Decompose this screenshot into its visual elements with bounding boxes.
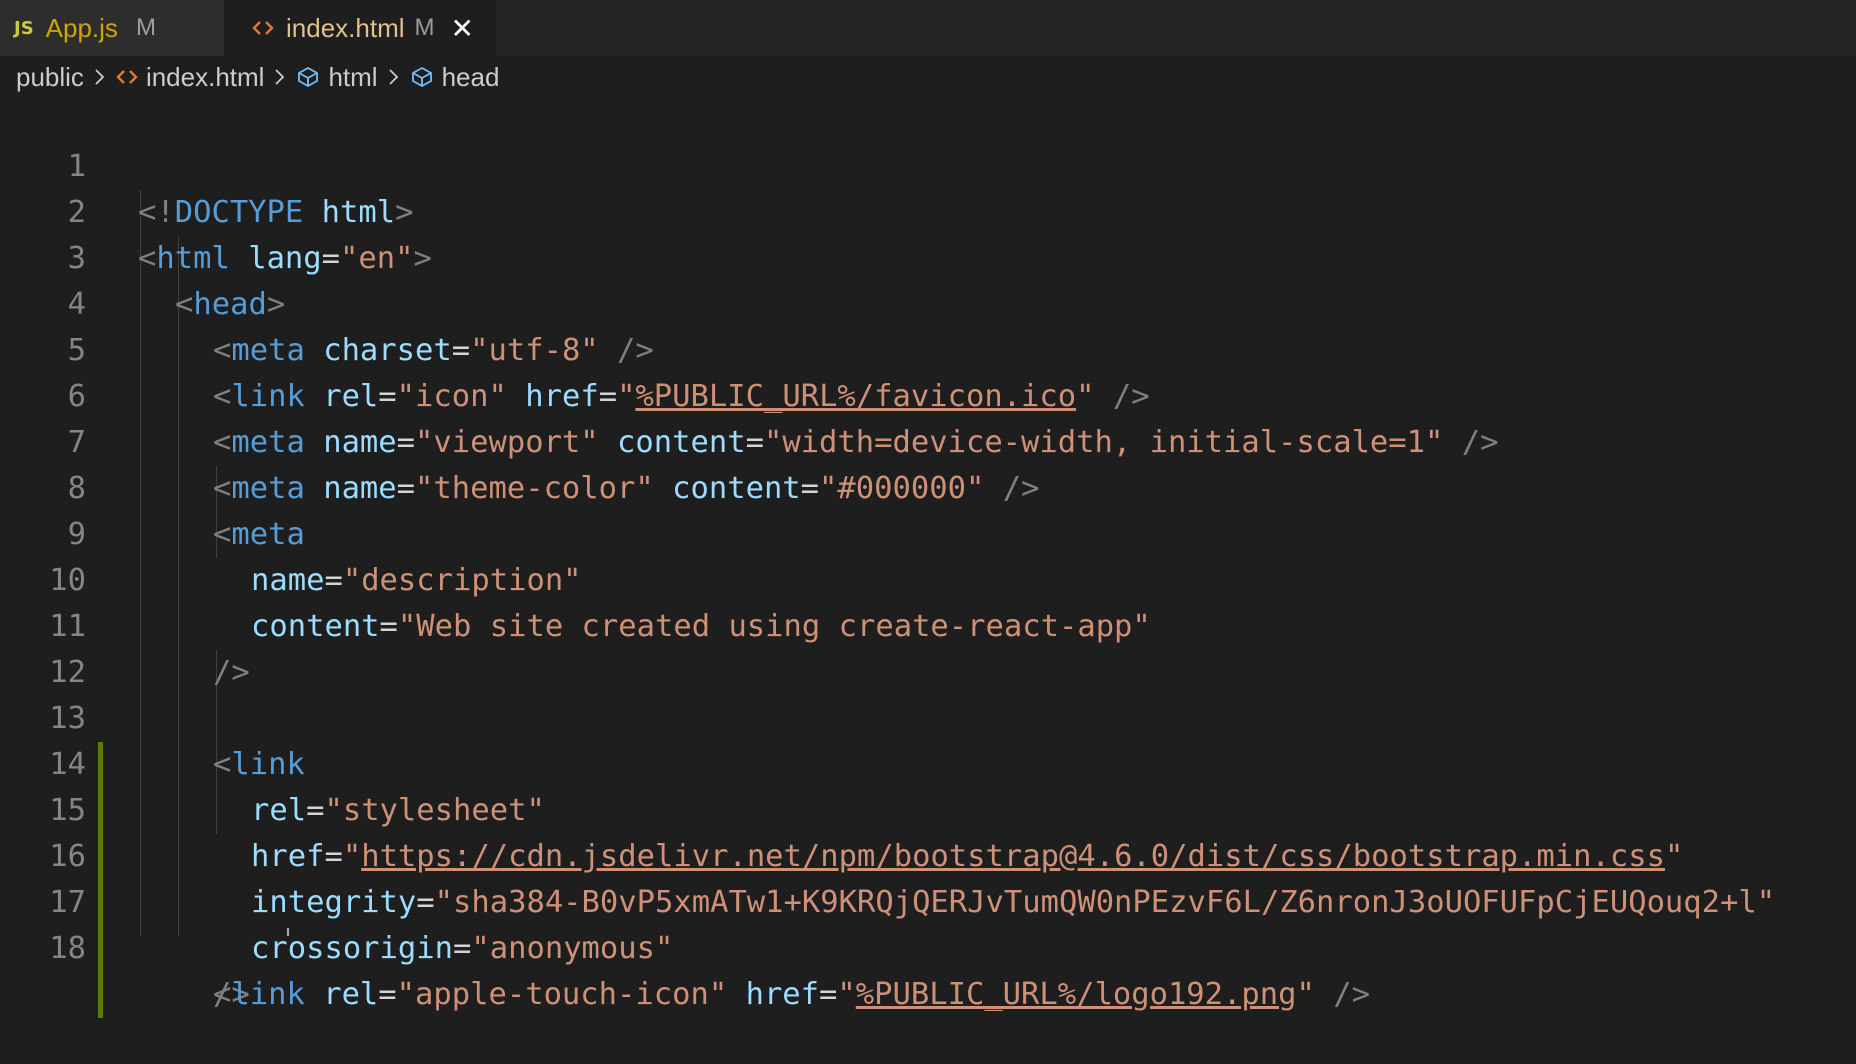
close-tab-icon[interactable]: ✕ — [451, 12, 474, 45]
code-text: <link rel="apple-touch-icon" href="%PUBL… — [213, 977, 1370, 1012]
chevron-right-icon — [94, 67, 106, 87]
code-line: 16 crossorigin="anonymous" — [0, 788, 1856, 972]
code-line: 1 <!DOCTYPE html> — [0, 98, 1856, 230]
code-line: 17 /> — [0, 834, 1856, 1018]
code-line: 15 integrity="sha384-B0vP5xmATw1+K9KRQjQ… — [0, 742, 1856, 926]
breadcrumb-symbol-html[interactable]: html — [296, 61, 378, 93]
html-file-icon — [252, 19, 274, 37]
git-added-marker[interactable] — [98, 926, 103, 972]
tab-bar: JS App.js M index.html M ✕ — [0, 0, 1856, 56]
code-line: 2 <html lang="en"> — [0, 144, 1856, 276]
breadcrumb-symbol-label: head — [441, 61, 500, 92]
chevron-right-icon — [274, 67, 286, 87]
symbol-element-icon — [298, 66, 319, 88]
code-line: 6 <meta name="viewport" content="width=d… — [0, 328, 1856, 460]
breadcrumb: public index.html html head — [16, 56, 499, 98]
code-line: 9 name="description" — [0, 466, 1856, 598]
modified-badge: M — [135, 14, 156, 41]
code-line: 4 <meta charset="utf-8" /> — [0, 236, 1856, 368]
symbol-element-icon — [411, 66, 432, 88]
code-editor[interactable]: 1 <!DOCTYPE html> 2 <html lang="en"> 3 <… — [0, 98, 1856, 1018]
text-cursor — [287, 928, 289, 936]
code-line: 7 <meta name="theme-color" content="#000… — [0, 374, 1856, 506]
code-line: 14 href="https://cdn.jsdelivr.net/npm/bo… — [0, 696, 1856, 880]
breadcrumb-folder[interactable]: public — [16, 62, 84, 93]
git-added-marker[interactable] — [98, 972, 103, 1018]
line-number: 18 — [49, 931, 86, 966]
tab-label: App.js — [45, 12, 118, 43]
code-text: crossorigin="anonymous" — [251, 931, 674, 966]
code-line: 12 <link — [0, 604, 1856, 788]
code-line: 13 rel="stylesheet" — [0, 650, 1856, 834]
code-line: 8 <meta — [0, 420, 1856, 552]
html-file-icon — [116, 70, 138, 84]
code-line: 3 <head> — [0, 190, 1856, 322]
tab-index-html[interactable]: index.html M ✕ — [224, 0, 496, 56]
breadcrumb-symbol-head[interactable]: head — [410, 61, 500, 93]
chevron-right-icon — [388, 67, 400, 87]
breadcrumb-file[interactable]: index.html — [116, 61, 265, 93]
code-line: 11 /> — [0, 558, 1856, 690]
tab-label: index.html — [286, 12, 405, 43]
tab-app-js[interactable]: JS App.js M — [0, 0, 224, 56]
code-line: 10 content="Web site created using creat… — [0, 512, 1856, 644]
code-line: 5 <link rel="icon" href="%PUBLIC_URL%/fa… — [0, 282, 1856, 414]
js-file-icon: JS — [14, 17, 34, 39]
modified-badge: M — [414, 14, 435, 41]
breadcrumb-symbol-label: html — [328, 61, 378, 92]
breadcrumb-file-label: index.html — [145, 61, 265, 92]
code-line: 18 <link rel="apple-touch-icon" href="%P… — [0, 880, 1856, 1012]
